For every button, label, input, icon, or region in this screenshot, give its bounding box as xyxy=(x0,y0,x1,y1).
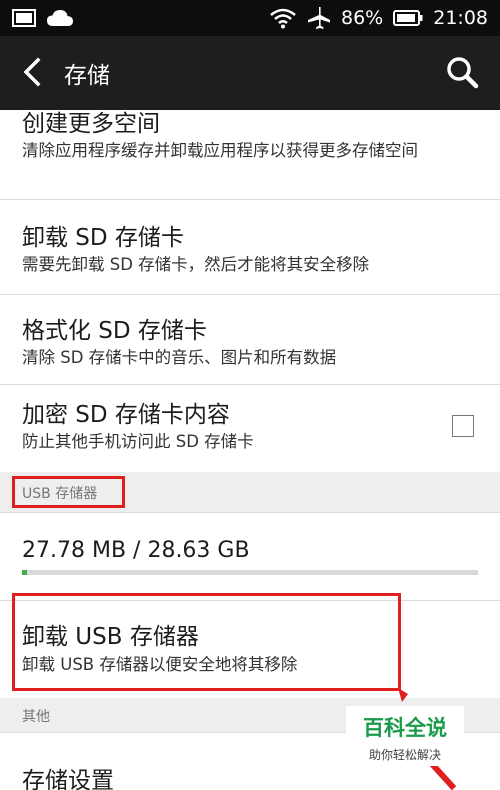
image-notification-icon xyxy=(12,9,36,27)
item-title: 卸载 SD 存储卡 xyxy=(22,225,184,251)
airplane-mode-icon xyxy=(308,7,330,29)
watermark-title: 百科全说 xyxy=(363,716,447,740)
watermark-subtitle: 助你轻松解决 xyxy=(368,748,441,762)
item-subtitle: 清除 SD 存储卡中的音乐、图片和所有数据 xyxy=(22,348,337,367)
list-item-encrypt-sd[interactable]: 加密 SD 存储卡内容 防止其他手机访问此 SD 存储卡 xyxy=(0,385,500,473)
annotation-highlight-unmount-usb xyxy=(12,593,401,691)
divider xyxy=(0,512,500,513)
status-bar: 86% 21:08 xyxy=(0,0,500,36)
list-item-unmount-sd[interactable]: 卸载 SD 存储卡 需要先卸载 SD 存储卡，然后才能将其安全移除 xyxy=(0,200,500,292)
watermark-logo: 百科全说 助你轻松解决 xyxy=(346,706,464,766)
item-title: 创建更多空间 xyxy=(22,111,160,137)
item-subtitle: 清除应用程序缓存并卸载应用程序以获得更多存储空间 xyxy=(22,141,418,160)
search-icon[interactable] xyxy=(444,54,480,90)
item-subtitle: 防止其他手机访问此 SD 存储卡 xyxy=(22,432,254,451)
app-bar: 存储 xyxy=(0,36,500,110)
status-left-icons xyxy=(12,8,74,28)
encrypt-checkbox[interactable] xyxy=(452,415,474,437)
clock: 21:08 xyxy=(433,7,488,29)
item-subtitle: 需要先卸载 SD 存储卡，然后才能将其安全移除 xyxy=(22,255,370,274)
item-title: 加密 SD 存储卡内容 xyxy=(22,402,230,428)
usb-usage-progress-fill xyxy=(22,570,27,575)
annotation-highlight-usb-header xyxy=(12,476,125,508)
status-right-icons: 86% 21:08 xyxy=(269,6,488,30)
page-title: 存储 xyxy=(64,63,110,89)
back-arrow-icon[interactable] xyxy=(18,54,48,90)
wifi-icon xyxy=(270,8,296,29)
storage-settings-list[interactable]: 创建更多空间 清除应用程序缓存并卸载应用程序以获得更多存储空间 卸载 SD 存储… xyxy=(0,110,500,790)
battery-percent: 86% xyxy=(341,7,384,29)
list-item-free-space[interactable]: 创建更多空间 清除应用程序缓存并卸载应用程序以获得更多存储空间 xyxy=(0,110,500,198)
cloud-icon xyxy=(47,10,73,26)
usb-usage-text: 27.78 MB / 28.63 GB xyxy=(22,538,250,563)
battery-icon xyxy=(393,10,423,26)
item-title: 存储设置 xyxy=(22,768,114,790)
list-item-format-sd[interactable]: 格式化 SD 存储卡 清除 SD 存储卡中的音乐、图片和所有数据 xyxy=(0,295,500,387)
item-title: 格式化 SD 存储卡 xyxy=(22,318,207,344)
usb-usage-progress xyxy=(22,570,478,575)
section-header-label: 其他 xyxy=(22,709,50,725)
